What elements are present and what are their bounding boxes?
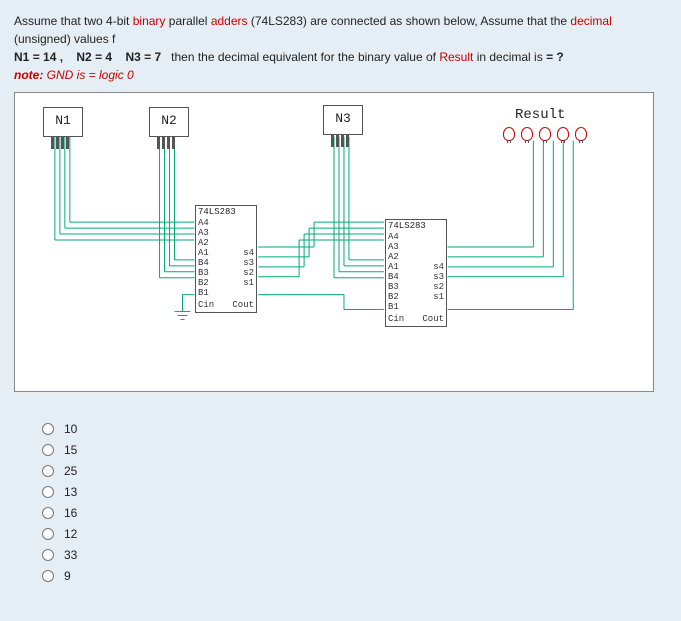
- answer-radio[interactable]: [42, 528, 54, 540]
- n1-value: = 14 ,: [33, 50, 63, 64]
- ic2-74ls283: 74LS283 A4 A3 A2 A1s4 B4s3 B3s2 B2s1 B1 …: [385, 219, 447, 327]
- answer-radio[interactable]: [42, 423, 54, 435]
- result-label: Result: [515, 107, 565, 123]
- txt: Assume that two 4-bit: [14, 14, 129, 28]
- n2-value: = 4: [95, 50, 112, 64]
- n1-label: N1: [14, 50, 29, 64]
- answer-option[interactable]: 25: [42, 460, 667, 481]
- answer-option[interactable]: 13: [42, 481, 667, 502]
- answer-option[interactable]: 12: [42, 523, 667, 544]
- n3-pins: [331, 135, 349, 147]
- n1-box: N1: [43, 107, 83, 137]
- led-icon: [575, 127, 587, 141]
- answer-option[interactable]: 15: [42, 439, 667, 460]
- ic-title: 74LS283: [196, 206, 256, 218]
- qmark: = ?: [546, 50, 564, 64]
- note-label: note:: [14, 68, 43, 82]
- n2-label: N2: [76, 50, 91, 64]
- n2-box: N2: [149, 107, 189, 137]
- led-icon: [521, 127, 533, 141]
- question-prompt: Assume that two 4-bit binary parallel ad…: [14, 12, 667, 84]
- result-word: Result: [439, 50, 473, 64]
- answer-option[interactable]: 33: [42, 544, 667, 565]
- answer-text: 25: [64, 464, 77, 478]
- binary-word: binary: [133, 14, 166, 28]
- answer-option[interactable]: 16: [42, 502, 667, 523]
- answer-radio[interactable]: [42, 570, 54, 582]
- decimal-word: decimal: [570, 14, 611, 28]
- note-text: GND is = logic 0: [47, 68, 134, 82]
- ic1-74ls283: 74LS283 A4 A3 A2 A1s4 B4s3 B3s2 B2s1 B1 …: [195, 205, 257, 313]
- answer-text: 16: [64, 506, 77, 520]
- txt: parallel: [169, 14, 208, 28]
- txt: (74LS283) are connected as shown below, …: [251, 14, 567, 28]
- answer-text: 12: [64, 527, 77, 541]
- answer-text: 9: [64, 569, 71, 583]
- answer-option[interactable]: 9: [42, 565, 667, 586]
- n1-pins: [51, 137, 69, 149]
- led-icon: [539, 127, 551, 141]
- txt: (unsigned) values f: [14, 32, 115, 46]
- answer-option[interactable]: 10: [42, 418, 667, 439]
- result-leds: [503, 127, 587, 141]
- n3-box: N3: [323, 105, 363, 135]
- answer-radio[interactable]: [42, 507, 54, 519]
- answer-radio[interactable]: [42, 486, 54, 498]
- txt: in decimal is: [477, 50, 543, 64]
- answer-text: 10: [64, 422, 77, 436]
- answer-radio[interactable]: [42, 465, 54, 477]
- txt: then the decimal equivalent for the bina…: [171, 50, 436, 64]
- circuit-diagram: N1 N2 N3 Result 74LS283 A4 A3 A2 A1s4 B4…: [14, 92, 654, 392]
- n3-value: = 7: [144, 50, 161, 64]
- answer-choices: 10 15 25 13 16 12 33 9: [14, 418, 667, 586]
- led-icon: [503, 127, 515, 141]
- answer-text: 33: [64, 548, 77, 562]
- answer-radio[interactable]: [42, 444, 54, 456]
- ic-title: 74LS283: [386, 220, 446, 232]
- led-icon: [557, 127, 569, 141]
- adders-word: adders: [211, 14, 248, 28]
- answer-radio[interactable]: [42, 549, 54, 561]
- n2-pins: [157, 137, 175, 149]
- n3-label: N3: [125, 50, 140, 64]
- answer-text: 13: [64, 485, 77, 499]
- answer-text: 15: [64, 443, 77, 457]
